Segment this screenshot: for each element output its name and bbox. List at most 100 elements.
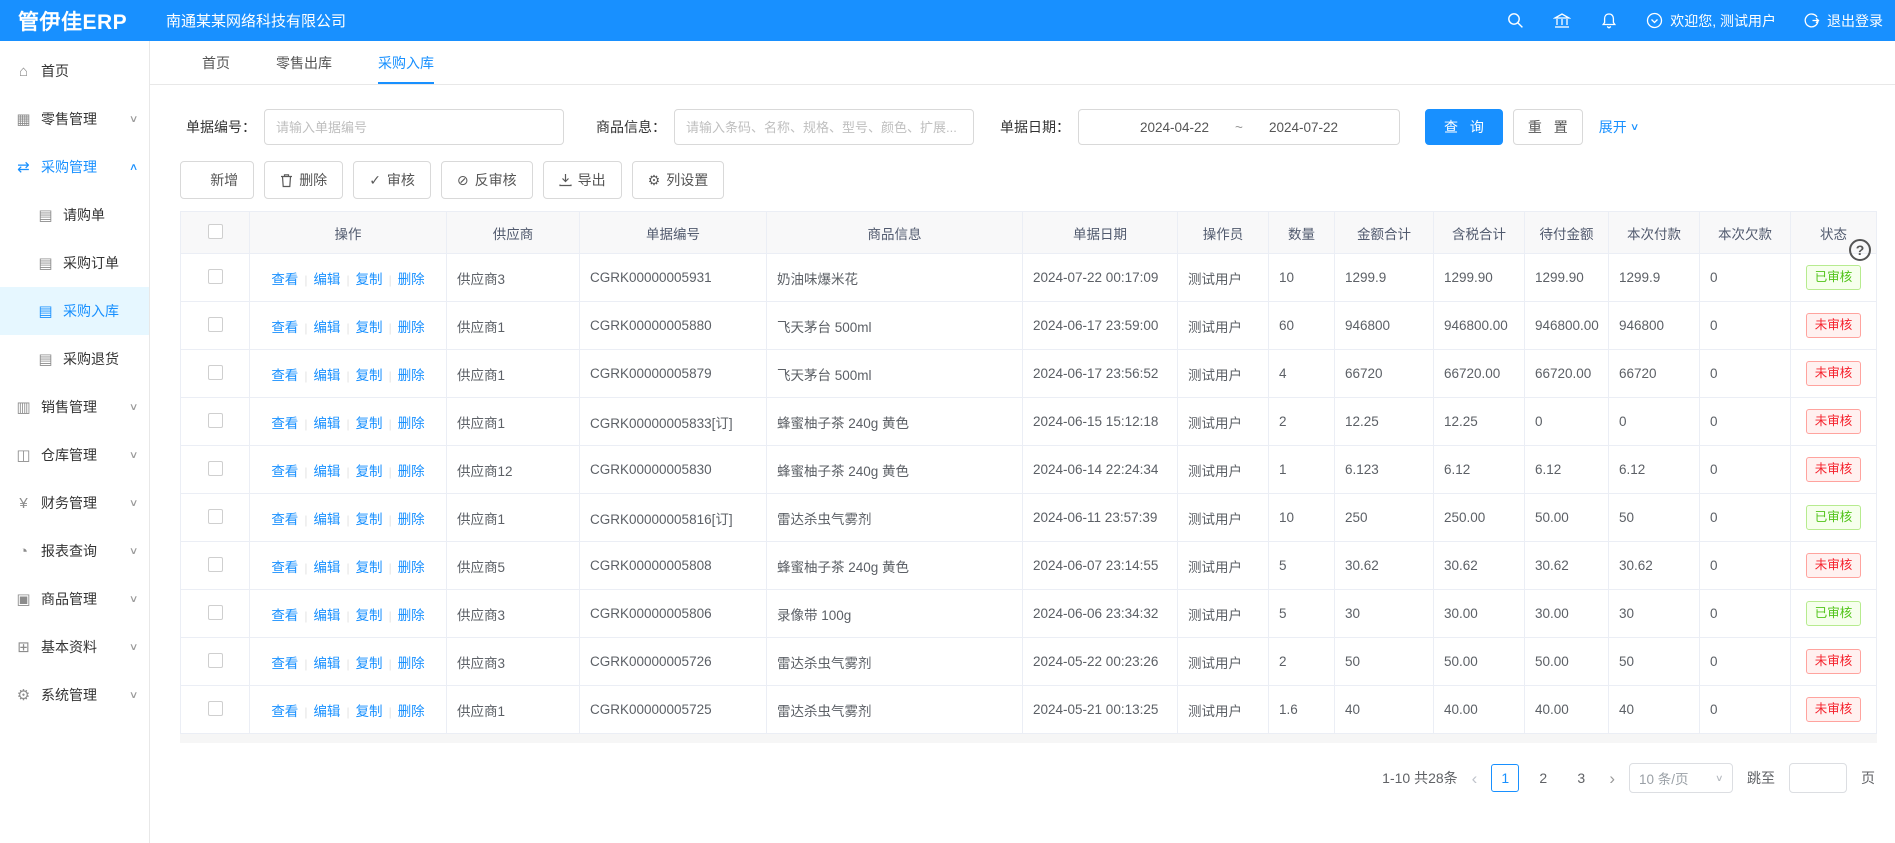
page-number[interactable]: 3: [1567, 764, 1595, 792]
date-end[interactable]: 2024-07-22: [1269, 120, 1338, 135]
audit-button[interactable]: ✓ 审核: [353, 161, 431, 199]
delete-link[interactable]: 删除: [383, 560, 425, 575]
tab[interactable]: 采购入库: [378, 41, 434, 84]
export-button[interactable]: 导出: [543, 161, 622, 199]
row-checkbox[interactable]: [208, 509, 223, 524]
view-link[interactable]: 查看: [271, 368, 298, 383]
view-link[interactable]: 查看: [271, 416, 298, 431]
copy-link[interactable]: 复制: [340, 272, 382, 287]
next-page-icon[interactable]: ›: [1609, 770, 1615, 787]
edit-link[interactable]: 编辑: [298, 656, 340, 671]
delete-link[interactable]: 删除: [383, 704, 425, 719]
row-checkbox[interactable]: [208, 461, 223, 476]
sidebar-item-purchase-return[interactable]: ▤ 采购退货: [0, 335, 149, 383]
date-start[interactable]: 2024-04-22: [1140, 120, 1209, 135]
prev-page-icon[interactable]: ‹: [1472, 770, 1478, 787]
sidebar-item-purchase-inbound[interactable]: ▤ 采购入库: [0, 287, 149, 335]
logout-button[interactable]: 退出登录: [1803, 11, 1883, 31]
column-header[interactable]: 数量: [1269, 212, 1335, 254]
bank-icon[interactable]: [1552, 11, 1572, 31]
tab[interactable]: 首页: [202, 41, 230, 84]
view-link[interactable]: 查看: [271, 464, 298, 479]
delete-link[interactable]: 删除: [383, 272, 425, 287]
sidebar-item-purchase-request[interactable]: ▤ 请购单: [0, 191, 149, 239]
delete-link[interactable]: 删除: [383, 512, 425, 527]
date-range-picker[interactable]: 2024-04-22 ~ 2024-07-22: [1078, 109, 1400, 145]
search-button[interactable]: 查 询: [1425, 109, 1503, 145]
edit-link[interactable]: 编辑: [298, 608, 340, 623]
horizontal-scrollbar[interactable]: [180, 734, 1877, 743]
row-checkbox[interactable]: [208, 365, 223, 380]
delete-link[interactable]: 删除: [383, 656, 425, 671]
select-all-checkbox[interactable]: [208, 224, 223, 239]
delete-link[interactable]: 删除: [383, 608, 425, 623]
view-link[interactable]: 查看: [271, 704, 298, 719]
row-checkbox[interactable]: [208, 413, 223, 428]
edit-link[interactable]: 编辑: [298, 272, 340, 287]
column-header[interactable]: 含税合计: [1434, 212, 1525, 254]
sidebar-item-goods[interactable]: ▣ 商品管理: [0, 575, 149, 623]
sidebar-item-purchase[interactable]: ⇄ 采购管理: [0, 143, 149, 191]
row-checkbox[interactable]: [208, 605, 223, 620]
delete-link[interactable]: 删除: [383, 320, 425, 335]
bill-no-input[interactable]: [264, 109, 564, 145]
copy-link[interactable]: 复制: [340, 608, 382, 623]
row-checkbox[interactable]: [208, 701, 223, 716]
copy-link[interactable]: 复制: [340, 560, 382, 575]
sidebar-item-basic-data[interactable]: ⊞ 基本资料: [0, 623, 149, 671]
add-button[interactable]: + 新增: [180, 161, 254, 199]
copy-link[interactable]: 复制: [340, 656, 382, 671]
sidebar-item-system[interactable]: ⚙ 系统管理: [0, 671, 149, 719]
column-header[interactable]: 供应商: [447, 212, 580, 254]
sidebar-item-sales[interactable]: ▥ 销售管理: [0, 383, 149, 431]
view-link[interactable]: 查看: [271, 560, 298, 575]
column-header[interactable]: 本次付款: [1609, 212, 1700, 254]
help-icon[interactable]: [1849, 239, 1871, 261]
column-header[interactable]: 操作员: [1178, 212, 1269, 254]
row-checkbox[interactable]: [208, 317, 223, 332]
expand-filters-link[interactable]: 展开 ∨: [1599, 117, 1638, 137]
tab[interactable]: 零售出库: [276, 41, 332, 84]
delete-button[interactable]: 删除: [264, 161, 343, 199]
delete-link[interactable]: 删除: [383, 416, 425, 431]
copy-link[interactable]: 复制: [340, 464, 382, 479]
column-header[interactable]: 单据编号: [580, 212, 767, 254]
delete-link[interactable]: 删除: [383, 368, 425, 383]
view-link[interactable]: 查看: [271, 320, 298, 335]
edit-link[interactable]: 编辑: [298, 368, 340, 383]
sidebar-item-warehouse[interactable]: ◫ 仓库管理: [0, 431, 149, 479]
copy-link[interactable]: 复制: [340, 416, 382, 431]
notification-bell-icon[interactable]: [1599, 11, 1619, 31]
reset-button[interactable]: 重 置: [1513, 109, 1583, 145]
page-number[interactable]: 2: [1529, 764, 1557, 792]
column-header[interactable]: 操作: [250, 212, 447, 254]
copy-link[interactable]: 复制: [340, 368, 382, 383]
view-link[interactable]: 查看: [271, 272, 298, 287]
column-header[interactable]: 商品信息: [767, 212, 1023, 254]
edit-link[interactable]: 编辑: [298, 320, 340, 335]
edit-link[interactable]: 编辑: [298, 464, 340, 479]
sidebar-item-purchase-order[interactable]: ▤ 采购订单: [0, 239, 149, 287]
column-header[interactable]: 本次欠款: [1700, 212, 1791, 254]
unaudit-button[interactable]: ⊘ 反审核: [441, 161, 533, 199]
sidebar-item-finance[interactable]: ¥ 财务管理: [0, 479, 149, 527]
copy-link[interactable]: 复制: [340, 512, 382, 527]
edit-link[interactable]: 编辑: [298, 560, 340, 575]
column-settings-button[interactable]: ⚙ 列设置: [632, 161, 725, 199]
user-menu[interactable]: 欢迎您, 测试用户: [1646, 11, 1776, 31]
view-link[interactable]: 查看: [271, 512, 298, 527]
delete-link[interactable]: 删除: [383, 464, 425, 479]
column-header[interactable]: 金额合计: [1335, 212, 1434, 254]
view-link[interactable]: 查看: [271, 656, 298, 671]
row-checkbox[interactable]: [208, 653, 223, 668]
view-link[interactable]: 查看: [271, 608, 298, 623]
edit-link[interactable]: 编辑: [298, 704, 340, 719]
copy-link[interactable]: 复制: [340, 320, 382, 335]
page-size-select[interactable]: 10 条/页 ∨: [1629, 763, 1733, 793]
copy-link[interactable]: 复制: [340, 704, 382, 719]
sidebar-item-home[interactable]: ⌂ 首页: [0, 47, 149, 95]
search-icon[interactable]: [1505, 11, 1525, 31]
edit-link[interactable]: 编辑: [298, 512, 340, 527]
jump-to-page-input[interactable]: [1789, 763, 1847, 793]
sidebar-item-reports[interactable]: ◔ 报表查询: [0, 527, 149, 575]
